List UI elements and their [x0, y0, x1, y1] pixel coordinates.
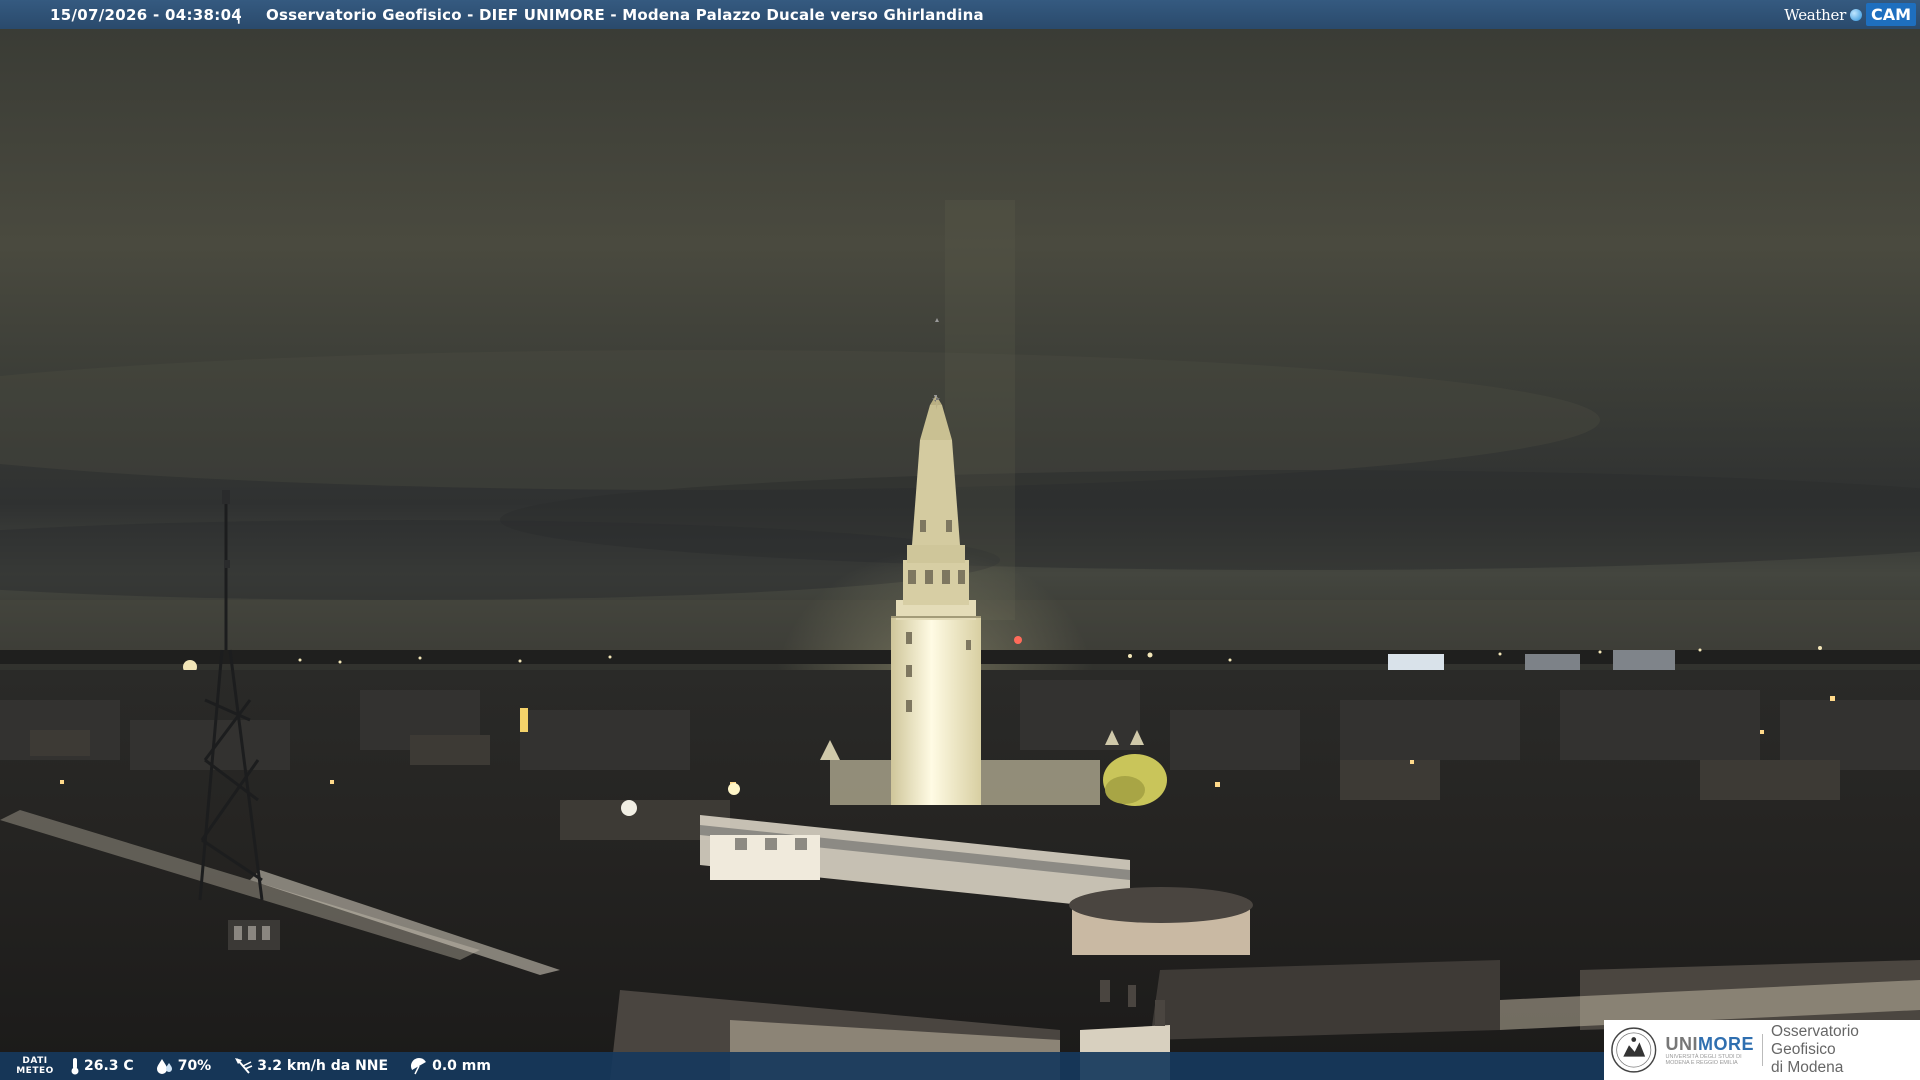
dati-meteo-label: DATI METEO	[16, 1056, 54, 1076]
wind-vane-icon	[235, 1058, 253, 1074]
unimore-logo-panel[interactable]: UNIMORE UNIVERSITÀ DEGLI STUDI DI MODENA…	[1604, 1020, 1920, 1080]
globe-dot-icon	[1849, 8, 1862, 21]
university-seal-icon	[1611, 1027, 1657, 1073]
wind-value: 3.2 km/h da NNE	[257, 1058, 389, 1074]
brand-cam-text: CAM	[1865, 3, 1916, 26]
weather-data-bar: DATI METEO 26.3 C 70% 3.2 km/h da NNE 0.…	[0, 1052, 1605, 1080]
thermometer-icon	[71, 1058, 79, 1075]
timestamp: 15/07/2026 - 04:38:04	[50, 5, 243, 24]
unimore-wordmark: UNIMORE UNIVERSITÀ DEGLI STUDI DI MODENA…	[1666, 1034, 1764, 1066]
temperature-reading: 26.3 C	[70, 1057, 134, 1075]
webcam-image	[0, 0, 1920, 1080]
camera-title: Osservatorio Geofisico - DIEF UNIMORE - …	[266, 5, 984, 24]
title-separator: |	[236, 5, 242, 24]
humidity-reading: 70%	[156, 1058, 212, 1074]
wind-reading: 3.2 km/h da NNE	[233, 1057, 388, 1075]
humidity-value: 70%	[177, 1058, 212, 1074]
weathercam-logo[interactable]: Weather CAM	[1784, 0, 1920, 29]
top-info-bar: 15/07/2026 - 04:38:04 | Osservatorio Geo…	[0, 0, 1920, 29]
brand-weather-text: Weather	[1784, 5, 1846, 24]
observatory-name: Osservatorio Geofisico di Modena	[1771, 1023, 1859, 1076]
umbrella-icon	[411, 1058, 427, 1075]
rain-value: 0.0 mm	[432, 1058, 491, 1074]
droplet-icon	[156, 1059, 172, 1074]
temperature-value: 26.3 C	[84, 1058, 134, 1074]
rain-reading: 0.0 mm	[410, 1057, 491, 1075]
